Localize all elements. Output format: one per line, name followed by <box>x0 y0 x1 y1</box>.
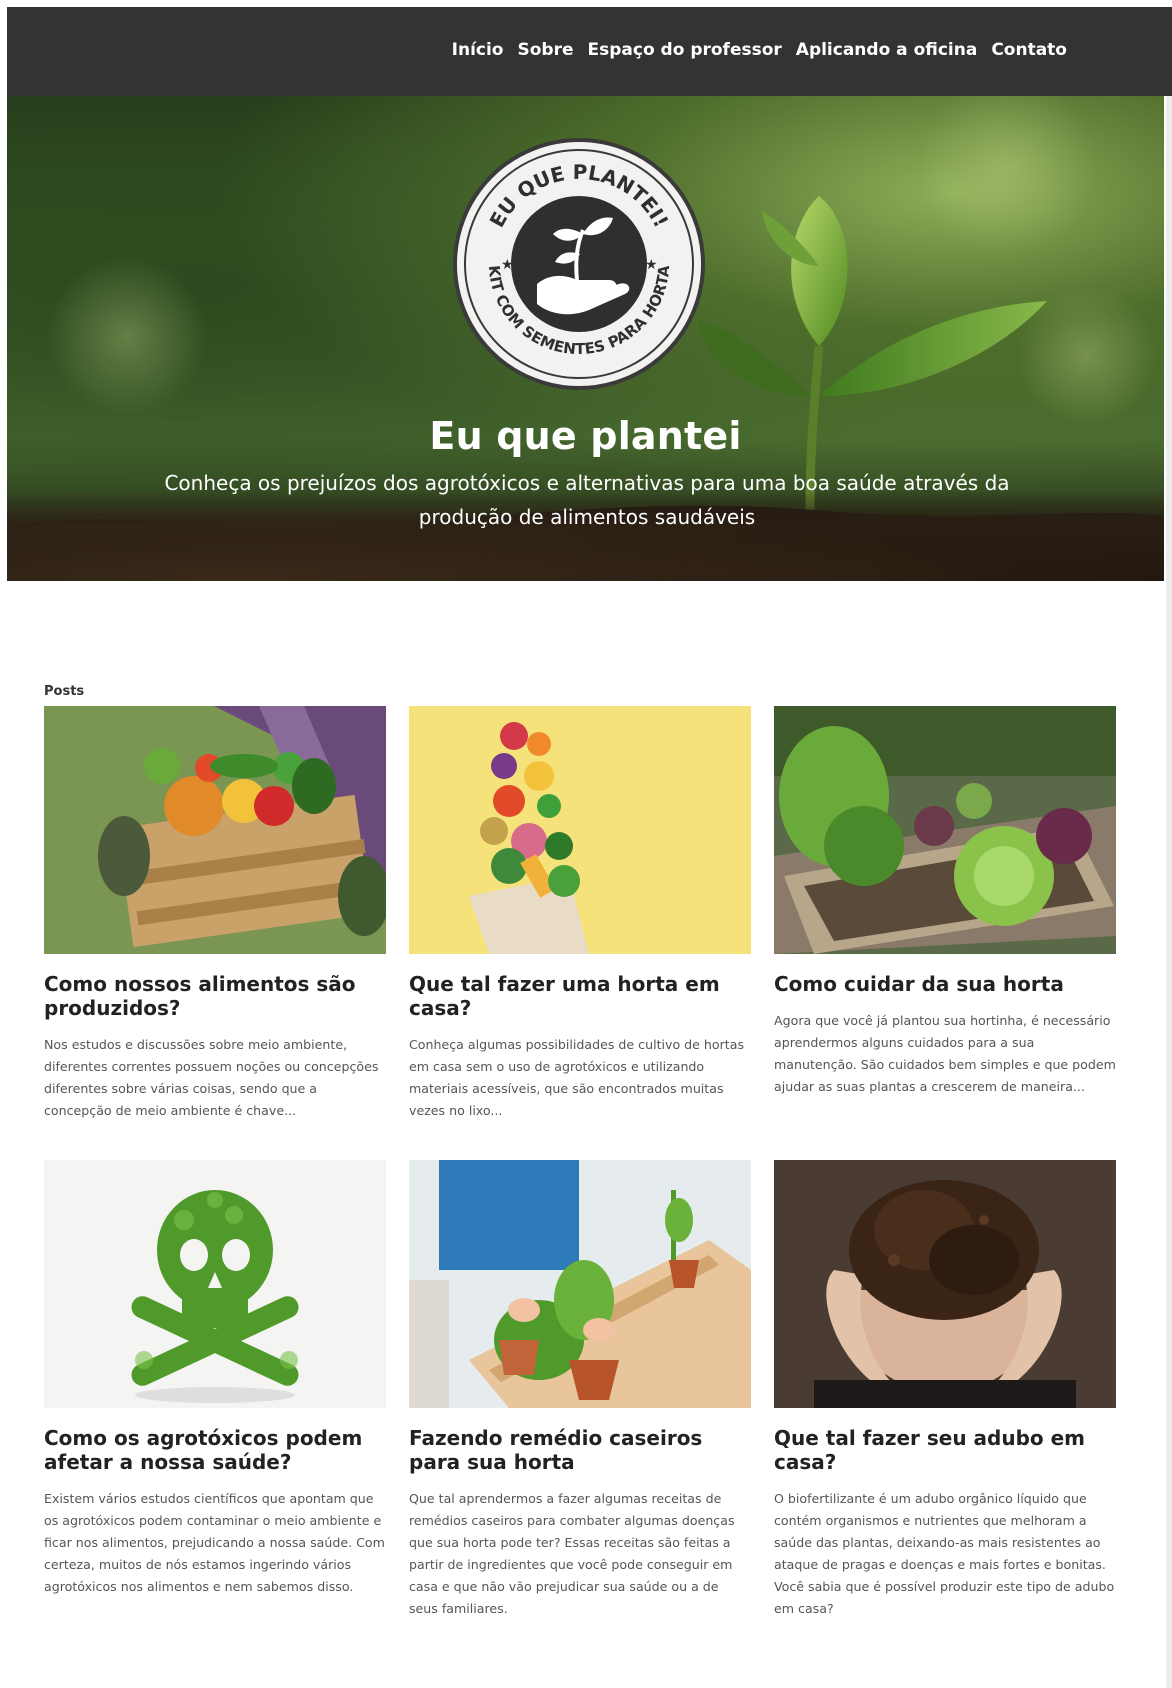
post-excerpt: Agora que você já plantou sua hortinha, … <box>774 1013 1116 1094</box>
soil-hands-image[interactable] <box>774 1160 1116 1408</box>
post-card[interactable]: Como nossos alimentos são produzidos? No… <box>44 706 386 1122</box>
navbar: Início Sobre Espaço do professor Aplican… <box>7 7 1172 96</box>
post-excerpt: Que tal aprendermos a fazer algumas rece… <box>409 1491 735 1616</box>
post-card[interactable]: Que tal fazer seu adubo em casa? O biofe… <box>774 1160 1116 1620</box>
nav-link-aplicando-oficina[interactable]: Aplicando a oficina <box>796 40 978 60</box>
hero-banner: EU QUE PLANTEI! KIT COM SEMENTES PARA HO… <box>7 96 1164 581</box>
post-title[interactable]: Como cuidar da sua horta <box>774 972 1116 996</box>
post-title[interactable]: Que tal fazer uma horta em casa? <box>409 972 751 1020</box>
leaf-skull-image[interactable] <box>44 1160 386 1408</box>
garden-bed-image[interactable] <box>774 706 1116 954</box>
potted-plants-image[interactable] <box>409 1160 751 1408</box>
vegetable-crate-image[interactable] <box>44 706 386 954</box>
hero-subtitle: Conheça os prejuízos dos agrotóxicos e a… <box>164 471 1010 529</box>
nav-link-espaco-professor[interactable]: Espaço do professor <box>588 40 782 60</box>
nav-link-sobre[interactable]: Sobre <box>517 40 573 60</box>
posts-section-label: Posts <box>44 684 85 699</box>
scrollbar-track[interactable] <box>1166 96 1172 1688</box>
post-card[interactable]: Como os agrotóxicos podem afetar a nossa… <box>44 1160 386 1598</box>
post-excerpt: Existem vários estudos científicos que a… <box>44 1491 385 1594</box>
svg-text:★: ★ <box>501 257 514 273</box>
nav-link-inicio[interactable]: Início <box>452 40 504 60</box>
post-card[interactable]: Como cuidar da sua horta Agora que você … <box>774 706 1116 1098</box>
post-excerpt: Nos estudos e discussões sobre meio ambi… <box>44 1037 379 1118</box>
nav-link-contato[interactable]: Contato <box>991 40 1067 60</box>
hero-title: Eu que plantei <box>429 414 742 458</box>
post-title[interactable]: Fazendo remédio caseiros para sua horta <box>409 1426 751 1474</box>
post-title[interactable]: Que tal fazer seu adubo em casa? <box>774 1426 1116 1474</box>
post-card[interactable]: Que tal fazer uma horta em casa? Conheça… <box>409 706 751 1122</box>
stamp-logo: EU QUE PLANTEI! KIT COM SEMENTES PARA HO… <box>453 138 705 390</box>
post-excerpt: O biofertilizante é um adubo orgânico lí… <box>774 1491 1115 1616</box>
post-title[interactable]: Como os agrotóxicos podem afetar a nossa… <box>44 1426 386 1474</box>
post-card[interactable]: Fazendo remédio caseiros para sua horta … <box>409 1160 751 1620</box>
post-title[interactable]: Como nossos alimentos são produzidos? <box>44 972 386 1020</box>
nav-links: Início Sobre Espaço do professor Aplican… <box>452 40 1067 60</box>
top-strip <box>0 0 1172 7</box>
food-bag-image[interactable] <box>409 706 751 954</box>
post-excerpt: Conheça algumas possibilidades de cultiv… <box>409 1037 745 1118</box>
svg-text:★: ★ <box>645 257 658 273</box>
